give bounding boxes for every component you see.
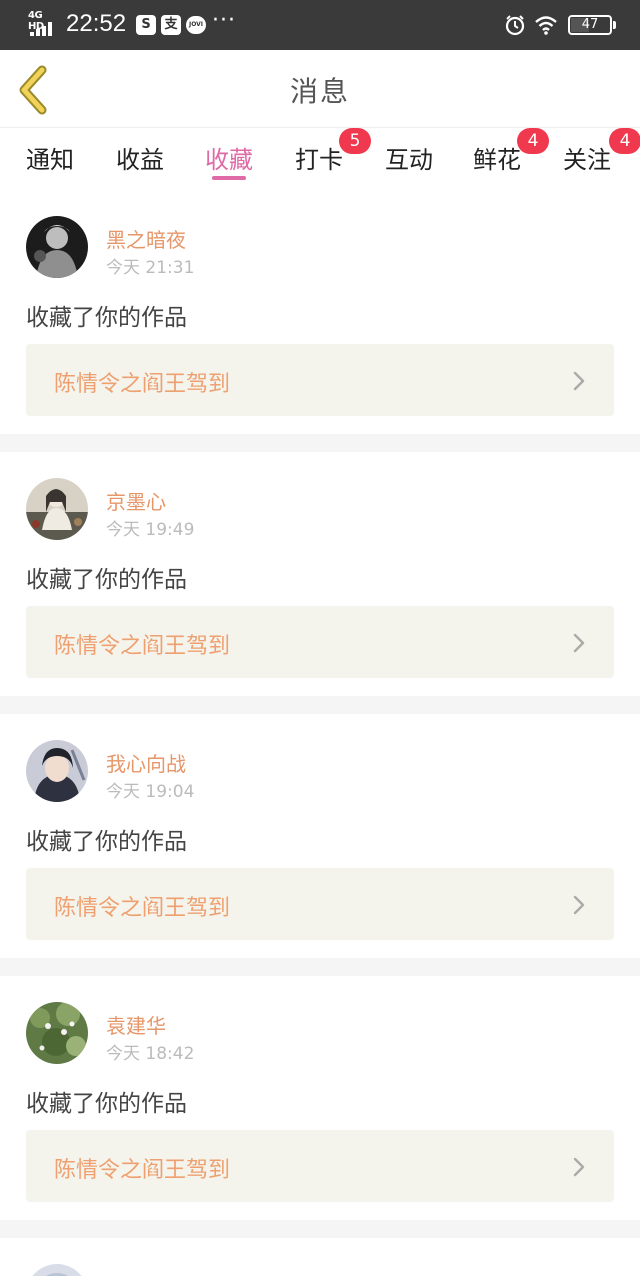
notification-card: 我心向战 今天 19:04 收藏了你的作品 陈情令之阎王驾到 bbox=[0, 714, 640, 958]
work-title: 陈情令之阎王驾到 bbox=[54, 1158, 231, 1183]
active-tab-indicator bbox=[212, 176, 246, 180]
tab-label: 通知 bbox=[26, 146, 74, 174]
tab-earnings[interactable]: 收益 bbox=[116, 140, 164, 175]
username[interactable]: 黑之暗夜 bbox=[106, 224, 186, 253]
status-bar: 4G HD 22:52 S 支 JOVI ··· 47 bbox=[0, 0, 640, 50]
chevron-right-icon bbox=[573, 371, 585, 391]
avatar[interactable] bbox=[26, 1264, 88, 1276]
avatar[interactable] bbox=[26, 1002, 88, 1064]
tab-bar: 通知 收益 收藏 打卡 5 互动 鲜花 4 关注 4 bbox=[0, 128, 640, 190]
work-title: 陈情令之阎王驾到 bbox=[54, 896, 231, 921]
jovi-icon: JOVI bbox=[186, 16, 206, 34]
unread-badge: 5 bbox=[339, 128, 371, 154]
tab-label: 互动 bbox=[385, 146, 433, 174]
work-link[interactable]: 陈情令之阎王驾到 bbox=[26, 606, 614, 678]
avatar[interactable] bbox=[26, 216, 88, 278]
work-title: 陈情令之阎王驾到 bbox=[54, 372, 231, 397]
tab-label: 收藏 bbox=[205, 146, 253, 174]
battery-icon: 47 bbox=[568, 15, 616, 35]
page-title: 消息 bbox=[289, 75, 350, 108]
action-text: 收藏了你的作品 bbox=[26, 567, 187, 593]
tab-favorites[interactable]: 收藏 bbox=[205, 140, 253, 175]
action-text: 收藏了你的作品 bbox=[26, 829, 187, 855]
action-text: 收藏了你的作品 bbox=[26, 305, 187, 331]
username[interactable]: 袁建华 bbox=[106, 1010, 166, 1039]
username[interactable]: 京墨心 bbox=[106, 486, 166, 515]
unread-badge: 4 bbox=[609, 128, 640, 154]
notification-app-icon: S bbox=[136, 15, 156, 35]
chevron-right-icon bbox=[573, 633, 585, 653]
notification-card: 袁建华 今天 18:42 收藏了你的作品 陈情令之阎王驾到 bbox=[0, 976, 640, 1220]
notification-card: 京墨心 今天 19:49 收藏了你的作品 陈情令之阎王驾到 bbox=[0, 452, 640, 696]
work-title: 陈情令之阎王驾到 bbox=[54, 634, 231, 659]
alarm-icon bbox=[505, 15, 525, 36]
cellular-signal-icon: 4G HD bbox=[28, 10, 58, 36]
notification-card bbox=[0, 1238, 640, 1276]
timestamp: 今天 19:49 bbox=[106, 520, 195, 540]
notification-card: 黑之暗夜 今天 21:31 收藏了你的作品 陈情令之阎王驾到 bbox=[0, 190, 640, 434]
work-link[interactable]: 陈情令之阎王驾到 bbox=[26, 868, 614, 940]
clock: 22:52 bbox=[66, 10, 127, 37]
username[interactable]: 我心向战 bbox=[106, 748, 186, 777]
tab-interactions[interactable]: 互动 bbox=[385, 140, 433, 175]
tab-label: 关注 bbox=[563, 146, 611, 174]
tab-label: 收益 bbox=[116, 146, 164, 174]
tab-following[interactable]: 关注 4 bbox=[563, 128, 640, 175]
tab-checkin[interactable]: 打卡 5 bbox=[295, 128, 371, 175]
battery-percent: 47 bbox=[581, 17, 599, 32]
tab-label: 打卡 bbox=[295, 146, 343, 174]
action-text: 收藏了你的作品 bbox=[26, 1091, 187, 1117]
chevron-right-icon bbox=[573, 895, 585, 915]
work-link[interactable]: 陈情令之阎王驾到 bbox=[26, 344, 614, 416]
timestamp: 今天 18:42 bbox=[106, 1044, 195, 1064]
work-link[interactable]: 陈情令之阎王驾到 bbox=[26, 1130, 614, 1202]
tab-flowers[interactable]: 鲜花 4 bbox=[473, 128, 549, 175]
timestamp: 今天 19:04 bbox=[106, 782, 195, 802]
timestamp: 今天 21:31 bbox=[106, 258, 195, 278]
more-notifications-icon: ··· bbox=[212, 8, 236, 33]
chevron-right-icon bbox=[573, 1157, 585, 1177]
app-header: 消息 bbox=[0, 50, 640, 128]
avatar[interactable] bbox=[26, 478, 88, 540]
wifi-icon bbox=[535, 16, 557, 35]
tab-notifications[interactable]: 通知 bbox=[26, 140, 74, 175]
tab-label: 鲜花 bbox=[473, 146, 521, 174]
alipay-icon: 支 bbox=[161, 15, 181, 35]
unread-badge: 4 bbox=[517, 128, 549, 154]
avatar[interactable] bbox=[26, 740, 88, 802]
